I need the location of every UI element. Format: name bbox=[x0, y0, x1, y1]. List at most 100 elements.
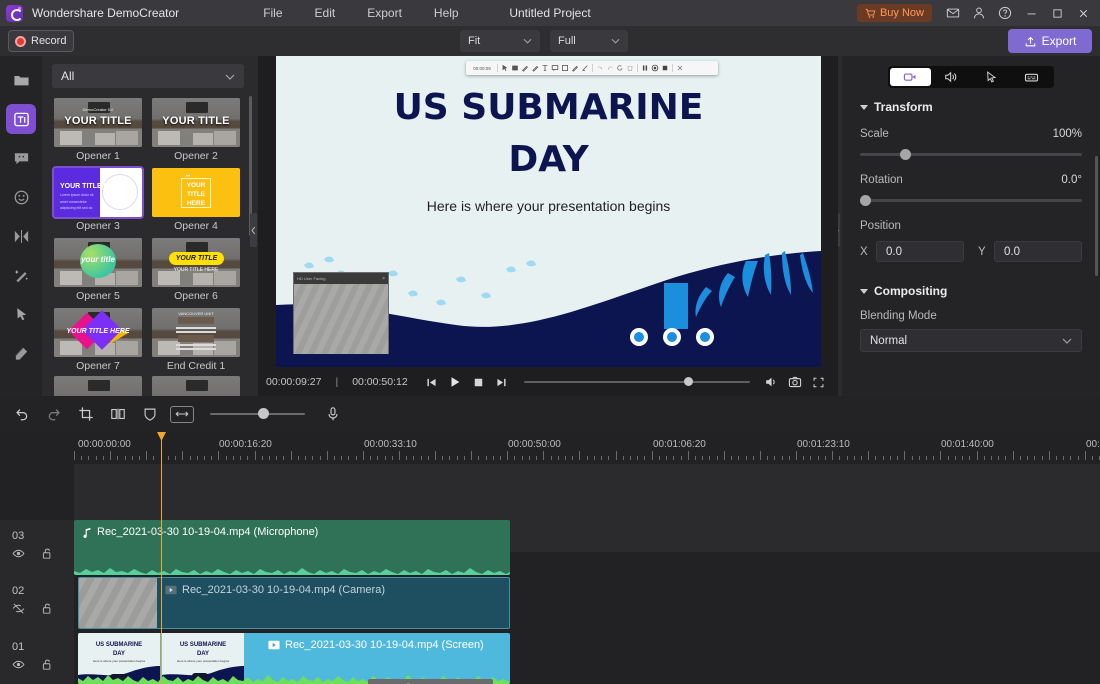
library-item-opener-5[interactable]: your title Opener 5 bbox=[54, 238, 142, 302]
thumbnail[interactable]: YOUR TITLE HERE Lorem ipsum dolor sit am… bbox=[52, 166, 144, 219]
fit-select[interactable]: Fit bbox=[460, 30, 540, 52]
timeline-clip-microphone[interactable]: Rec_2021-03-30 10-19-04.mp4 (Microphone) bbox=[74, 520, 510, 575]
line-icon[interactable] bbox=[580, 63, 590, 73]
thumbnail[interactable]: VANCOUVER UNIT bbox=[152, 308, 240, 357]
thumbnail[interactable] bbox=[152, 376, 240, 396]
microphone-icon[interactable] bbox=[317, 399, 349, 429]
library-item-opener-6[interactable]: YOUR TITLE YOUR TITLE HERE Opener 6 bbox=[152, 238, 240, 302]
properties-scrollbar[interactable] bbox=[1095, 156, 1098, 276]
shield-icon[interactable] bbox=[134, 399, 166, 429]
thumbnail[interactable]: YOUR TITLE HERE bbox=[54, 308, 142, 357]
eye-visible-icon[interactable] bbox=[12, 547, 25, 565]
rail-item-stickers[interactable] bbox=[6, 182, 36, 212]
timeline-clip-camera[interactable]: Rec_2021-03-30 10-19-04.mp4 (Camera) bbox=[78, 577, 510, 629]
library-item-opener-1[interactable]: DemoCreator 5.0 YOUR TITLE Opener 1 bbox=[54, 98, 142, 162]
pen-icon[interactable] bbox=[520, 63, 530, 73]
thumbnail[interactable]: YOUR TITLE YOUR TITLE HERE bbox=[152, 238, 240, 287]
library-filter-select[interactable]: All bbox=[52, 64, 244, 88]
highlighter-icon[interactable] bbox=[530, 63, 540, 73]
compositing-section-header[interactable]: Compositing bbox=[860, 284, 1082, 298]
library-item-opener-7[interactable]: YOUR TITLE HERE Opener 7 bbox=[54, 308, 142, 372]
thumbnail[interactable] bbox=[54, 376, 142, 396]
trash-icon[interactable] bbox=[625, 63, 635, 73]
record-icon[interactable] bbox=[650, 63, 660, 73]
menu-edit[interactable]: Edit bbox=[299, 3, 352, 23]
library-item-opener-4[interactable]: •• YOUR TITLE HERE Opener 4 bbox=[152, 168, 240, 232]
crop-icon[interactable] bbox=[70, 399, 102, 429]
text-icon[interactable] bbox=[540, 63, 550, 73]
account-icon[interactable] bbox=[966, 0, 992, 26]
volume-icon[interactable] bbox=[760, 369, 783, 395]
fullscreen-icon[interactable] bbox=[807, 369, 830, 395]
prev-frame-icon[interactable] bbox=[420, 369, 443, 395]
buy-now-button[interactable]: Buy Now bbox=[856, 4, 932, 22]
rotation-slider-knob[interactable] bbox=[860, 195, 871, 206]
scale-slider[interactable] bbox=[860, 149, 1082, 160]
menu-export[interactable]: Export bbox=[351, 3, 418, 23]
preview-stage[interactable]: 00:00:09 US SUBMARINE DAY Here is where … bbox=[276, 56, 821, 367]
timeline-zoom-slider[interactable] bbox=[210, 408, 305, 419]
recording-floating-toolbar[interactable]: 00:00:09 bbox=[466, 61, 718, 75]
x-input[interactable]: 0.0 bbox=[876, 241, 964, 262]
lock-open-icon[interactable] bbox=[41, 602, 53, 620]
close-icon[interactable] bbox=[1070, 0, 1096, 26]
play-icon[interactable] bbox=[443, 369, 466, 395]
rail-item-transitions[interactable] bbox=[6, 221, 36, 251]
eye-hidden-icon[interactable] bbox=[12, 602, 25, 620]
rotation-slider[interactable] bbox=[860, 195, 1082, 206]
split-icon[interactable] bbox=[102, 399, 134, 429]
thumbnail[interactable]: •• YOUR TITLE HERE bbox=[152, 168, 240, 217]
fit-timeline-icon[interactable] bbox=[166, 399, 198, 429]
playhead[interactable] bbox=[161, 432, 162, 684]
rail-item-annotations[interactable] bbox=[6, 338, 36, 368]
rail-item-captions[interactable] bbox=[6, 143, 36, 173]
rail-item-effects[interactable] bbox=[6, 260, 36, 290]
minimize-icon[interactable] bbox=[1018, 0, 1044, 26]
mail-icon[interactable] bbox=[940, 0, 966, 26]
export-button[interactable]: Export bbox=[1008, 29, 1092, 53]
tab-audio[interactable] bbox=[931, 68, 972, 86]
tab-caption[interactable] bbox=[1012, 68, 1053, 86]
scale-slider-knob[interactable] bbox=[900, 149, 911, 160]
library-item-end-credit-1[interactable]: VANCOUVER UNIT End Credit 1 bbox=[152, 308, 240, 372]
volume-slider-knob[interactable] bbox=[683, 377, 693, 386]
thumbnail[interactable]: DemoCreator 5.0 YOUR TITLE bbox=[54, 98, 142, 147]
rail-item-titles[interactable] bbox=[6, 104, 36, 134]
rect-icon[interactable] bbox=[510, 63, 520, 73]
timeline[interactable]: 00:00:00:00 00:00:16:20 00:00:33:10 00:0… bbox=[0, 432, 1100, 684]
timeline-zoom-knob[interactable] bbox=[258, 408, 269, 419]
refresh-icon[interactable] bbox=[615, 63, 625, 73]
snapshot-icon[interactable] bbox=[783, 369, 806, 395]
record-button[interactable]: Record bbox=[8, 30, 74, 52]
tab-cursor[interactable] bbox=[971, 68, 1012, 86]
close-icon[interactable] bbox=[675, 63, 685, 73]
note-icon[interactable] bbox=[560, 63, 570, 73]
lock-open-icon[interactable] bbox=[41, 658, 53, 676]
collapse-left-panel-handle[interactable] bbox=[250, 213, 257, 247]
rail-item-cursor-effects[interactable] bbox=[6, 299, 36, 329]
y-input[interactable]: 0.0 bbox=[994, 241, 1082, 262]
timeline-clip-screen[interactable]: US SUBMARINE DAY Here is where your prese… bbox=[78, 633, 510, 684]
maximize-icon[interactable] bbox=[1044, 0, 1070, 26]
redo-icon[interactable] bbox=[605, 63, 615, 73]
tab-video[interactable] bbox=[890, 68, 931, 86]
next-frame-icon[interactable] bbox=[490, 369, 513, 395]
brush-icon[interactable] bbox=[570, 63, 580, 73]
stop-icon[interactable] bbox=[660, 63, 670, 73]
undo-icon[interactable] bbox=[595, 63, 605, 73]
menu-file[interactable]: File bbox=[247, 3, 298, 23]
blending-mode-select[interactable]: Normal bbox=[860, 329, 1082, 352]
transform-section-header[interactable]: Transform bbox=[860, 100, 1082, 114]
thumbnail[interactable]: your title bbox=[54, 238, 142, 287]
timeline-ruler[interactable]: 00:00:00:00 00:00:16:20 00:00:33:10 00:0… bbox=[0, 432, 1100, 464]
undo-icon[interactable] bbox=[6, 399, 38, 429]
menu-help[interactable]: Help bbox=[418, 3, 475, 23]
lock-open-icon[interactable] bbox=[41, 547, 53, 565]
stop-icon[interactable] bbox=[467, 369, 490, 395]
eye-visible-icon[interactable] bbox=[12, 658, 25, 676]
library-item-opener-3[interactable]: YOUR TITLE HERE Lorem ipsum dolor sit am… bbox=[52, 166, 144, 232]
help-icon[interactable] bbox=[992, 0, 1018, 26]
close-icon[interactable]: × bbox=[382, 276, 385, 282]
callout-icon[interactable] bbox=[550, 63, 560, 73]
volume-slider[interactable] bbox=[523, 377, 750, 386]
